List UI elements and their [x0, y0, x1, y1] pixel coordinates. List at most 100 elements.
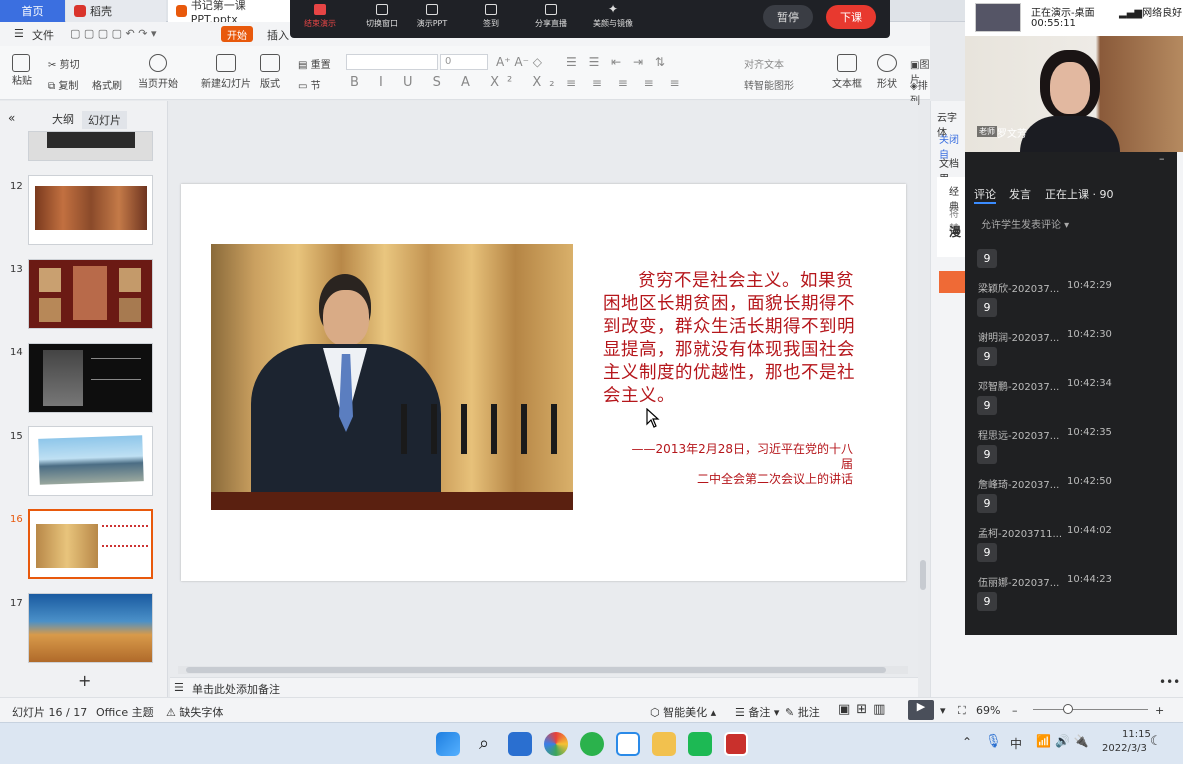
share-live-button[interactable]: 分享直播: [526, 3, 576, 29]
menu-icon[interactable]: ☰: [14, 27, 24, 40]
slideshow-play-button[interactable]: ▶: [908, 700, 934, 720]
slide-thumb-13[interactable]: [28, 259, 153, 329]
copy-button[interactable]: ⧉ 复制: [48, 77, 78, 92]
slide[interactable]: 贫穷不是社会主义。如果贫困地区长期贫困，面貌长期得不到改变，群众生活长期得不到明…: [181, 184, 906, 581]
slide-quote[interactable]: 贫穷不是社会主义。如果贫困地区长期贫困，面貌长期得不到改变，群众生活长期得不到明…: [603, 270, 861, 408]
paste-button[interactable]: 粘贴: [12, 54, 32, 87]
quick-access-icons[interactable]: ▢ ▢ ▢ ▢ ↶ ↷ ▾: [70, 27, 157, 40]
font-grow-icons[interactable]: A⁺ A⁻ ◇: [496, 55, 542, 69]
font-style-buttons[interactable]: B I U S A X² X₂: [350, 75, 562, 90]
tab-daoke[interactable]: 稻壳: [66, 0, 166, 22]
tab-slides[interactable]: 幻灯片: [82, 111, 127, 129]
slideshow-dropdown-icon[interactable]: ▾: [940, 704, 946, 717]
switch-window-button[interactable]: 切换窗口: [357, 3, 407, 29]
slide-source[interactable]: ——2013年2月28日，习近平在党的十八届 二中全会第二次会议上的讲话: [621, 442, 853, 487]
view-mode-icons[interactable]: ▣⊞▥: [838, 702, 891, 717]
section-button[interactable]: ▭ 节: [298, 77, 321, 92]
tab-comments[interactable]: 评论: [974, 186, 996, 204]
search-icon[interactable]: ⌕: [472, 732, 496, 756]
clock-time[interactable]: 11:15: [1122, 729, 1151, 740]
more-options-icon[interactable]: •••: [1159, 675, 1180, 689]
chrome-icon[interactable]: [544, 732, 568, 756]
microphone-icon[interactable]: 🎙: [985, 734, 1002, 749]
allow-comments-dropdown[interactable]: 允许学生发表评论 ▾: [981, 216, 1069, 231]
notification-icon[interactable]: ☾: [1150, 734, 1162, 749]
minimize-icon[interactable]: –: [1159, 152, 1165, 165]
file-explorer-icon[interactable]: [652, 732, 676, 756]
slide-thumb-11[interactable]: [28, 131, 153, 161]
menu-start[interactable]: 开始: [221, 26, 253, 42]
zoom-out-button[interactable]: –: [1012, 704, 1018, 717]
tab-ppt-file[interactable]: 书记第一课PPT.pptx: [168, 0, 290, 26]
from-current-button[interactable]: 当页开始: [128, 54, 188, 90]
add-slide-button[interactable]: +: [78, 671, 91, 690]
iqiyi-icon[interactable]: [688, 732, 712, 756]
source-line-1: ——2013年2月28日，习近平在党的十八届: [631, 442, 853, 471]
layout-button[interactable]: 版式: [250, 54, 290, 90]
tab-speak[interactable]: 发言: [1009, 186, 1031, 202]
smart-graphic-button[interactable]: 转智能图形: [744, 77, 794, 92]
scroll-thumb[interactable]: [920, 560, 926, 590]
tray-icons[interactable]: 📶🔊🔌: [1036, 734, 1093, 748]
font-size-select[interactable]: 0: [440, 54, 488, 70]
slide-thumb-12[interactable]: [28, 175, 153, 245]
window-icon: [376, 4, 388, 15]
beauty-mirror-button[interactable]: ✦ 美颜与镜像: [588, 3, 638, 29]
zoom-slider-handle[interactable]: [1063, 704, 1073, 714]
format-painter-label: 格式刷: [92, 81, 122, 92]
wps-icon[interactable]: [724, 732, 748, 756]
zoom-slider[interactable]: [1033, 704, 1148, 714]
windows-start-icon[interactable]: [436, 732, 460, 756]
list-icons[interactable]: ☰ ☰ ⇤ ⇥ ⇅: [566, 55, 669, 69]
clock-date[interactable]: 2022/3/3: [1102, 743, 1147, 754]
task-view-icon[interactable]: [508, 732, 532, 756]
orange-action-button[interactable]: [939, 271, 966, 293]
slide-thumb-14[interactable]: [28, 343, 153, 413]
tab-home-label: 首页: [21, 5, 44, 18]
slide-thumb-15[interactable]: [28, 426, 153, 496]
classroom-app-icon[interactable]: [616, 732, 640, 756]
notes-placeholder: 单击此处添加备注: [192, 683, 280, 696]
textbox-button[interactable]: 文本框: [822, 54, 872, 90]
wechat-icon[interactable]: [580, 732, 604, 756]
slide-photo[interactable]: [211, 244, 573, 510]
fit-window-icon[interactable]: ⛶: [958, 704, 966, 718]
missing-font-button[interactable]: ⚠ 缺失字体: [166, 704, 223, 720]
zoom-in-button[interactable]: +: [1155, 704, 1164, 717]
font-name-select[interactable]: [346, 54, 438, 70]
present-ppt-button[interactable]: 演示PPT: [407, 3, 457, 29]
align-icons[interactable]: ≡ ≡ ≡ ≡ ≡: [566, 76, 686, 90]
tab-in-class[interactable]: 正在上课 · 90: [1045, 186, 1114, 202]
vertical-scrollbar[interactable]: [918, 110, 928, 660]
screen-preview[interactable]: [975, 3, 1021, 32]
theme-name[interactable]: Office 主题: [96, 704, 154, 720]
horizontal-scrollbar[interactable]: [178, 666, 908, 674]
end-class-button[interactable]: 下课: [826, 5, 876, 29]
reset-button[interactable]: ▤ 重置: [298, 56, 331, 71]
smart-beautify-button[interactable]: ⬡ 智能美化 ▴: [650, 704, 716, 720]
comments-toggle[interactable]: ✎ 批注: [785, 704, 820, 720]
cut-button[interactable]: ✂ 剪切: [48, 56, 80, 71]
collapse-panel-icon[interactable]: «: [8, 111, 15, 125]
new-slide-button[interactable]: 新建幻灯片: [196, 54, 256, 90]
font-card[interactable]: 经典 将替 漫: [937, 177, 967, 257]
photo-face: [323, 290, 369, 346]
notes-toggle[interactable]: ☰ 备注 ▾: [735, 704, 779, 720]
menu-file[interactable]: 文件: [32, 27, 54, 43]
pause-button[interactable]: 暂停: [763, 5, 813, 29]
end-presentation-button[interactable]: 结束演示: [295, 3, 345, 29]
scroll-thumb[interactable]: [186, 667, 886, 673]
menu-insert[interactable]: 插入: [267, 27, 289, 43]
zoom-level[interactable]: 69%: [976, 704, 1000, 717]
shape-button[interactable]: 形状: [866, 54, 908, 90]
tab-home[interactable]: 首页: [0, 0, 65, 22]
tab-outline[interactable]: 大纲: [52, 111, 74, 127]
align-text-button[interactable]: 对齐文本: [744, 56, 784, 71]
slide-thumb-16[interactable]: [28, 509, 153, 579]
tray-chevron-icon[interactable]: ⌃: [962, 735, 972, 749]
format-painter-button[interactable]: 格式刷: [92, 77, 122, 92]
ime-indicator[interactable]: 中: [1010, 735, 1022, 752]
notes-area[interactable]: ☰ 单击此处添加备注: [170, 677, 918, 697]
slide-thumb-17[interactable]: [28, 593, 153, 663]
sign-in-button[interactable]: 签到: [466, 3, 516, 29]
